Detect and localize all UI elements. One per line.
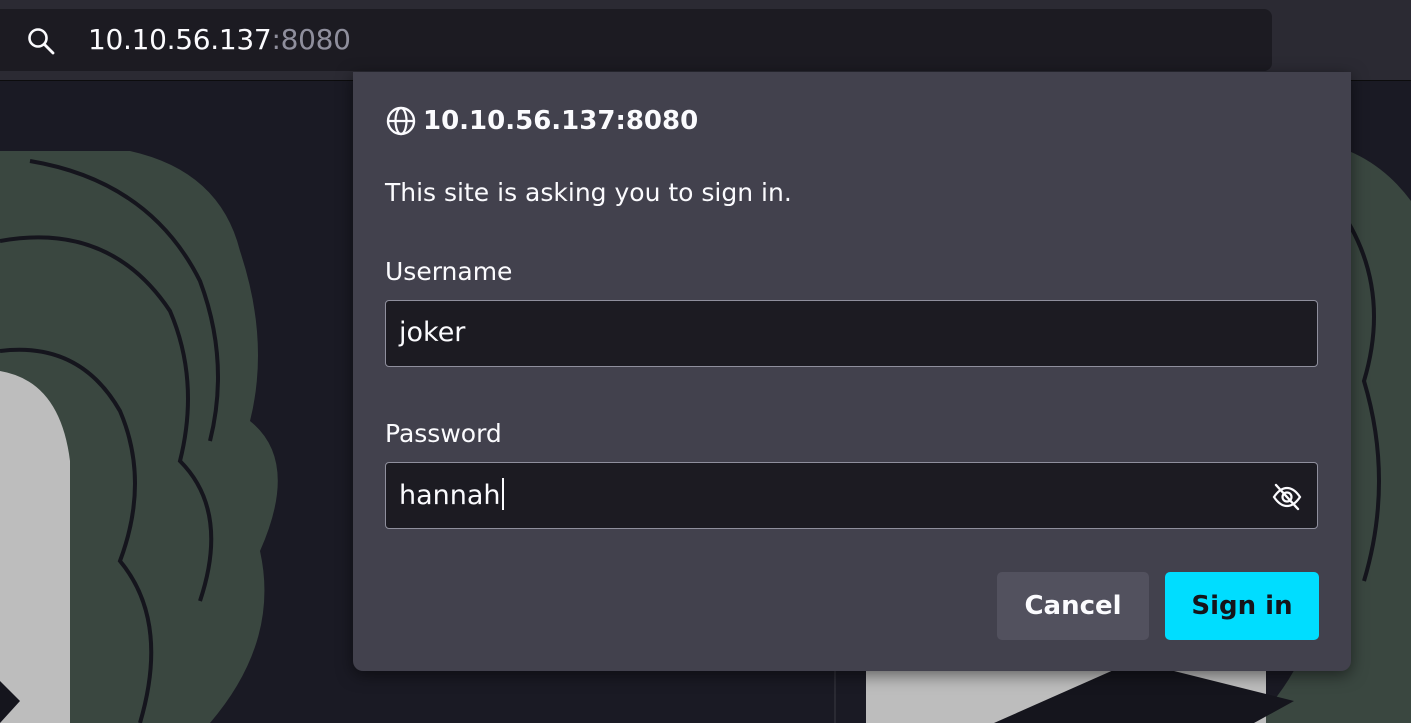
text-caret [501, 478, 504, 510]
username-value: joker [399, 317, 466, 348]
background-artwork-left [0, 81, 360, 723]
url-host: 10.10.56.137 [88, 23, 272, 56]
browser-toolbar: 10.10.56.137:8080 [0, 0, 1411, 81]
password-value: hannah [399, 480, 501, 511]
cancel-button[interactable]: Cancel [997, 572, 1149, 640]
password-value-wrap: hannah [399, 478, 504, 513]
dialog-message: This site is asking you to sign in. [385, 178, 792, 207]
password-field[interactable]: hannah [385, 462, 1318, 529]
url-port: :8080 [271, 23, 351, 56]
username-label: Username [385, 257, 513, 286]
auth-dialog: 10.10.56.137:8080 This site is asking yo… [353, 72, 1351, 671]
sign-in-button[interactable]: Sign in [1165, 572, 1319, 640]
username-field[interactable]: joker [385, 300, 1318, 367]
url-bar[interactable]: 10.10.56.137:8080 [0, 9, 1272, 71]
dialog-origin-text: 10.10.56.137:8080 [423, 106, 699, 136]
eye-slash-icon[interactable] [1271, 481, 1303, 513]
url-text[interactable]: 10.10.56.137:8080 [88, 23, 351, 57]
globe-icon [386, 106, 416, 136]
dialog-origin: 10.10.56.137:8080 [385, 104, 698, 138]
password-label: Password [385, 419, 502, 448]
search-icon [28, 28, 55, 55]
